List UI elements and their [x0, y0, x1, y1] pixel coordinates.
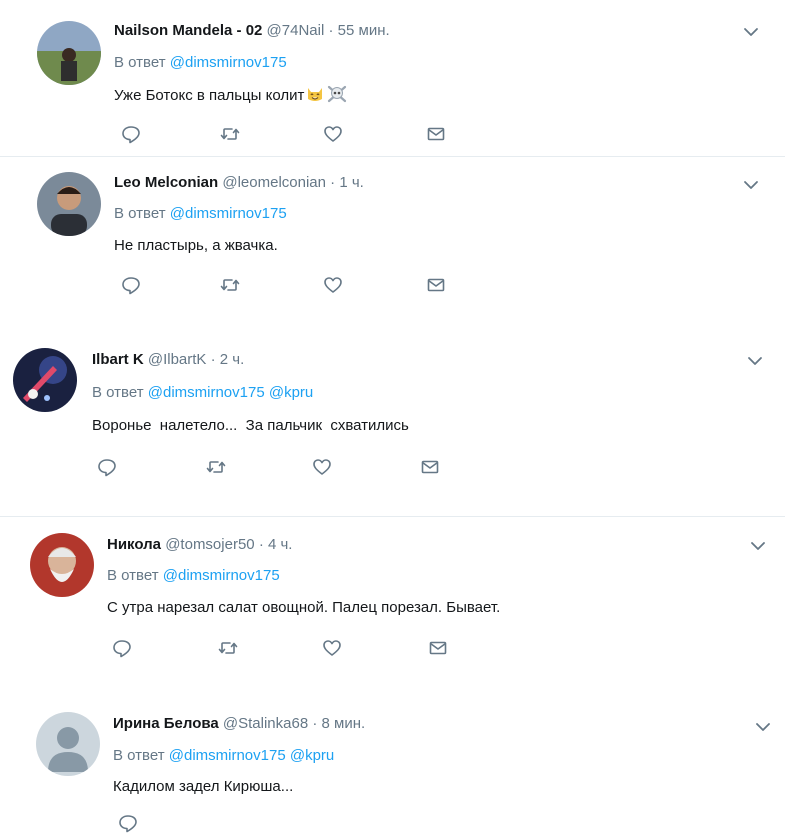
retweet-icon[interactable] [205, 456, 227, 478]
mention-link[interactable]: @dimsmirnov175 [163, 567, 280, 584]
reply-icon[interactable] [96, 456, 118, 478]
chevron-down-icon[interactable] [748, 536, 768, 556]
skull-crossbones-icon [326, 84, 348, 110]
mention-link[interactable]: @dimsmirnov175 [170, 205, 287, 222]
author-handle[interactable]: @leomelconian [222, 174, 326, 191]
reply-icon[interactable] [120, 123, 142, 145]
avatar[interactable] [36, 712, 100, 776]
reply-icon[interactable] [111, 637, 133, 659]
tweet-text: С утра нарезал салат овощной. Палец поре… [107, 599, 501, 616]
separator-dot: · [210, 351, 216, 368]
chevron-down-icon[interactable] [741, 175, 761, 195]
tweet[interactable]: Leo Melconian @leomelconian · 1 ч. В отв… [0, 157, 785, 317]
reply-prefix: В ответ [114, 205, 166, 222]
separator-dot: · [312, 715, 318, 732]
envelope-icon[interactable] [419, 456, 441, 478]
author-handle[interactable]: @IlbartK [148, 351, 207, 368]
author-name[interactable]: Nailson Mandela - 02 [114, 22, 262, 39]
author-handle[interactable]: @Stalinka68 [223, 715, 308, 732]
mention-link[interactable]: @kpru [290, 747, 334, 764]
mention-link[interactable]: @dimsmirnov175 [169, 747, 286, 764]
tweet-text: Кадилом задел Кирюша... [113, 778, 294, 795]
envelope-icon[interactable] [425, 123, 447, 145]
timestamp[interactable]: 8 мин. [322, 715, 366, 732]
envelope-icon[interactable] [425, 274, 447, 296]
avatar[interactable] [30, 533, 94, 597]
tweet[interactable]: Ирина Белова @Stalinka68 · 8 мин. В отве… [0, 698, 785, 833]
tweet-text: Уже Ботокс в пальцы колит [114, 84, 348, 110]
tweet-text-content: Уже Ботокс в пальцы колит [114, 87, 305, 104]
retweet-icon[interactable] [217, 637, 239, 659]
reply-prefix: В ответ [92, 384, 144, 401]
retweet-icon[interactable] [219, 274, 241, 296]
smiling-cat-icon [305, 84, 325, 110]
heart-icon[interactable] [311, 456, 333, 478]
chevron-down-icon[interactable] [741, 22, 761, 42]
retweet-icon[interactable] [219, 123, 241, 145]
reply-prefix: В ответ [113, 747, 165, 764]
reply-icon[interactable] [120, 274, 142, 296]
avatar[interactable] [13, 348, 77, 412]
timestamp[interactable]: 1 ч. [339, 174, 364, 191]
chevron-down-icon[interactable] [753, 717, 773, 737]
heart-icon[interactable] [321, 637, 343, 659]
timestamp[interactable]: 55 мин. [338, 22, 390, 39]
author-name[interactable]: Ирина Белова [113, 715, 219, 732]
separator-dot: · [330, 174, 336, 191]
mention-link[interactable]: @kpru [269, 384, 313, 401]
chevron-down-icon[interactable] [745, 351, 765, 371]
avatar[interactable] [37, 172, 101, 236]
avatar[interactable] [37, 21, 101, 85]
tweet[interactable]: Nailson Mandela - 02 @74Nail · 55 мин. В… [0, 0, 785, 156]
author-name[interactable]: Ilbart K [92, 351, 144, 368]
reply-prefix: В ответ [114, 54, 166, 71]
author-name[interactable]: Никола [107, 536, 161, 553]
author-handle[interactable]: @tomsojer50 [165, 536, 254, 553]
tweet-text: Воронье налетело... За пальчик схватилис… [92, 417, 409, 434]
timestamp[interactable]: 4 ч. [268, 536, 293, 553]
tweet[interactable]: Никола @tomsojer50 · 4 ч. В ответ @dimsm… [0, 517, 785, 692]
separator-dot: · [258, 536, 264, 553]
separator-dot: · [328, 22, 334, 39]
author-handle[interactable]: @74Nail [267, 22, 325, 39]
mention-link[interactable]: @dimsmirnov175 [148, 384, 265, 401]
envelope-icon[interactable] [427, 637, 449, 659]
timestamp[interactable]: 2 ч. [220, 351, 245, 368]
tweet-text: Не пластырь, а жвачка. [114, 237, 278, 254]
reply-icon[interactable] [117, 812, 139, 834]
mention-link[interactable]: @dimsmirnov175 [170, 54, 287, 71]
tweet[interactable]: Ilbart K @IlbartK · 2 ч. В ответ @dimsmi… [0, 330, 785, 516]
reply-prefix: В ответ [107, 567, 159, 584]
author-name[interactable]: Leo Melconian [114, 174, 218, 191]
heart-icon[interactable] [322, 123, 344, 145]
heart-icon[interactable] [322, 274, 344, 296]
